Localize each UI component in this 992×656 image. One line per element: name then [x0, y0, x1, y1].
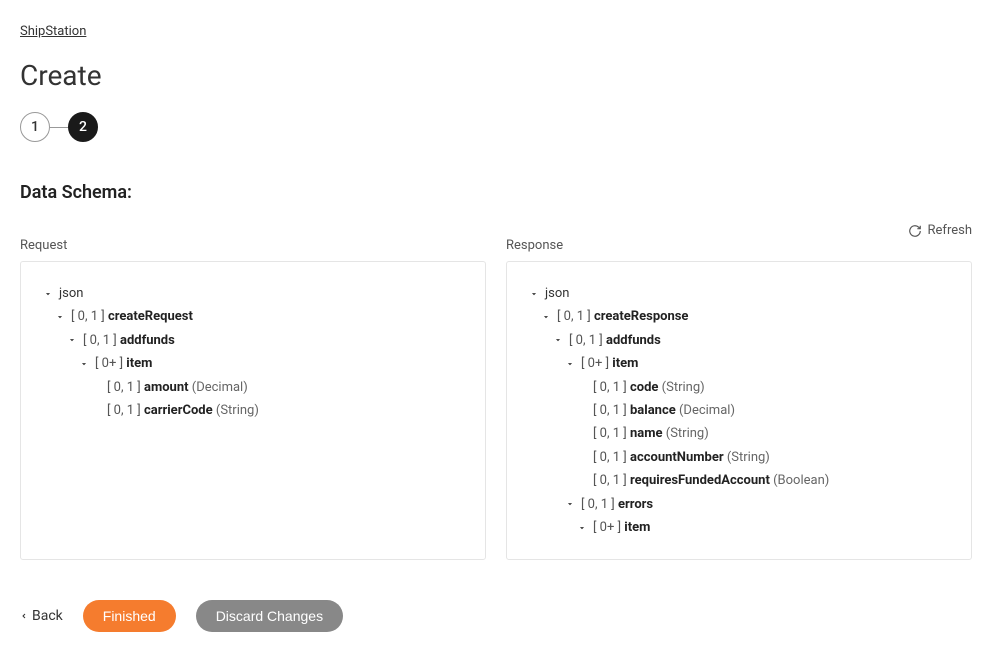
cardinality: [ 0, 1 ]: [593, 422, 627, 445]
tree-node-errors-item[interactable]: [ 0+ ] item: [527, 516, 951, 539]
field-name: addfunds: [606, 329, 661, 352]
cardinality: [ 0, 1 ]: [557, 305, 591, 328]
field-name: createResponse: [594, 305, 688, 328]
cardinality: [ 0, 1 ]: [593, 446, 627, 469]
field-name: item: [126, 352, 152, 375]
response-schema-box: json [ 0, 1 ] createResponse [ 0, 1 ] ad…: [506, 261, 972, 560]
stepper: 1 2: [20, 112, 972, 142]
tree-node-requiresFundedAccount[interactable]: [ 0, 1 ] requiresFundedAccount (Boolean): [527, 469, 951, 492]
field-name: errors: [618, 493, 653, 516]
request-schema-box: json [ 0, 1 ] createRequest [ 0, 1 ] add…: [20, 261, 486, 560]
field-type: (String): [666, 422, 709, 445]
field-type: (Decimal): [192, 376, 248, 399]
field-name: balance: [630, 399, 676, 422]
tree-node-balance[interactable]: [ 0, 1 ] balance (Decimal): [527, 399, 951, 422]
tree-node-createResponse[interactable]: [ 0, 1 ] createResponse: [527, 305, 951, 328]
field-name: accountNumber: [630, 446, 724, 469]
cardinality: [ 0+ ]: [581, 352, 609, 375]
field-type: (Decimal): [679, 399, 735, 422]
tree-node-label: json: [545, 282, 569, 305]
step-1[interactable]: 1: [20, 112, 50, 142]
field-type: (String): [727, 446, 770, 469]
tree-node-amount[interactable]: [ 0, 1 ] amount (Decimal): [41, 376, 465, 399]
cardinality: [ 0+ ]: [95, 352, 123, 375]
field-name: addfunds: [120, 329, 175, 352]
tree-node-accountNumber[interactable]: [ 0, 1 ] accountNumber (String): [527, 446, 951, 469]
field-name: requiresFundedAccount: [630, 469, 770, 492]
field-type: (Boolean): [773, 469, 829, 492]
finished-button[interactable]: Finished: [83, 600, 176, 632]
cardinality: [ 0+ ]: [593, 516, 621, 539]
tree-node-json[interactable]: json: [41, 282, 465, 305]
chevron-down-icon[interactable]: [41, 287, 55, 301]
data-schema-title: Data Schema:: [20, 182, 132, 203]
cardinality: [ 0, 1 ]: [107, 376, 141, 399]
tree-node-item[interactable]: [ 0+ ] item: [41, 352, 465, 375]
cardinality: [ 0, 1 ]: [71, 305, 105, 328]
cardinality: [ 0, 1 ]: [569, 329, 603, 352]
chevron-down-icon[interactable]: [539, 310, 553, 324]
tree-node-name[interactable]: [ 0, 1 ] name (String): [527, 422, 951, 445]
cardinality: [ 0, 1 ]: [593, 399, 627, 422]
request-label: Request: [20, 238, 486, 253]
back-button[interactable]: Back: [20, 608, 63, 624]
field-name: carrierCode: [144, 399, 213, 422]
chevron-left-icon: [20, 608, 28, 624]
field-name: item: [612, 352, 638, 375]
cardinality: [ 0, 1 ]: [593, 469, 627, 492]
chevron-down-icon[interactable]: [77, 357, 91, 371]
field-name: createRequest: [108, 305, 193, 328]
chevron-down-icon[interactable]: [575, 521, 589, 535]
chevron-down-icon[interactable]: [563, 497, 577, 511]
step-connector: [50, 127, 68, 128]
step-2[interactable]: 2: [68, 112, 98, 142]
chevron-down-icon[interactable]: [551, 333, 565, 347]
tree-node-carrierCode[interactable]: [ 0, 1 ] carrierCode (String): [41, 399, 465, 422]
tree-node-addfunds[interactable]: [ 0, 1 ] addfunds: [41, 329, 465, 352]
field-type: (String): [216, 399, 259, 422]
field-name: item: [624, 516, 650, 539]
cardinality: [ 0, 1 ]: [593, 376, 627, 399]
tree-node-json[interactable]: json: [527, 282, 951, 305]
cardinality: [ 0, 1 ]: [83, 329, 117, 352]
discard-changes-button[interactable]: Discard Changes: [196, 600, 343, 632]
breadcrumb-link[interactable]: ShipStation: [20, 24, 86, 39]
cardinality: [ 0, 1 ]: [581, 493, 615, 516]
chevron-down-icon[interactable]: [563, 357, 577, 371]
tree-node-label: json: [59, 282, 83, 305]
chevron-down-icon[interactable]: [53, 310, 67, 324]
tree-node-item[interactable]: [ 0+ ] item: [527, 352, 951, 375]
field-name: amount: [144, 376, 189, 399]
field-name: name: [630, 422, 663, 445]
cardinality: [ 0, 1 ]: [107, 399, 141, 422]
field-type: (String): [662, 376, 705, 399]
page-title: Create: [20, 59, 972, 92]
back-label: Back: [32, 608, 63, 624]
field-name: code: [630, 376, 658, 399]
response-label: Response: [506, 238, 972, 253]
chevron-down-icon[interactable]: [527, 287, 541, 301]
tree-node-createRequest[interactable]: [ 0, 1 ] createRequest: [41, 305, 465, 328]
tree-node-errors[interactable]: [ 0, 1 ] errors: [527, 493, 951, 516]
tree-node-addfunds[interactable]: [ 0, 1 ] addfunds: [527, 329, 951, 352]
tree-node-code[interactable]: [ 0, 1 ] code (String): [527, 376, 951, 399]
chevron-down-icon[interactable]: [65, 333, 79, 347]
